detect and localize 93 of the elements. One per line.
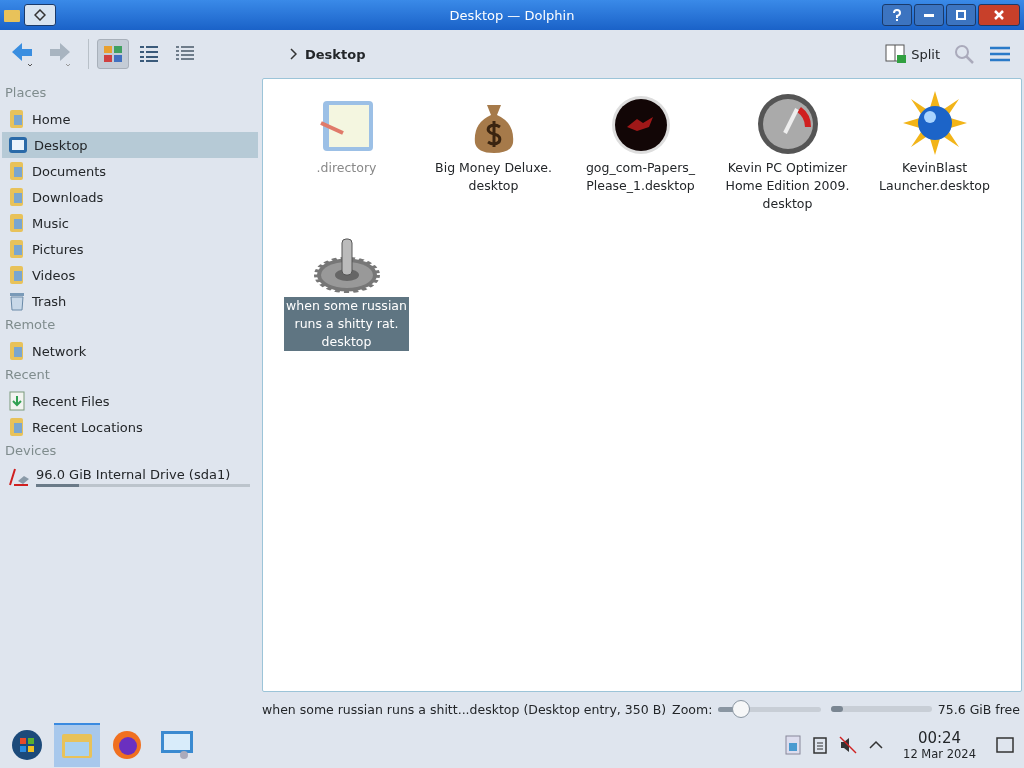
place-label: Documents: [32, 163, 107, 179]
file-name: KevinBlast Launcher.desktop: [878, 159, 991, 195]
file-name: when some russian runs a shitty rat. desktop: [284, 297, 409, 351]
place-label: Network: [32, 343, 87, 359]
breadcrumb[interactable]: Desktop: [305, 46, 366, 62]
trash-icon: [8, 291, 26, 311]
split-view-icon: [885, 44, 908, 64]
desktop-icon: [8, 135, 28, 155]
minimize-button[interactable]: [914, 4, 944, 26]
window-title: Desktop — Dolphin: [449, 7, 575, 23]
chevron-up-icon[interactable]: [869, 740, 884, 750]
folder-icon: [8, 109, 26, 129]
clock-date: 12 Mar 2024: [903, 747, 976, 761]
close-icon: [993, 9, 1005, 21]
place-label: 96.0 GiB Internal Drive (sda1): [36, 467, 232, 482]
minimize-icon: [924, 13, 934, 17]
folder-icon: [8, 265, 26, 285]
folder-icon: [4, 8, 20, 22]
place-item[interactable]: Music: [2, 210, 258, 236]
free-space-text: 75.6 GiB free: [937, 701, 1020, 717]
place-label: Home: [32, 111, 71, 127]
icon-grid-icon: [103, 45, 123, 63]
document-icon: [8, 391, 26, 411]
disc-icon: [610, 95, 671, 155]
list-icon: [139, 45, 159, 63]
place-label: Recent Locations: [32, 419, 143, 435]
place-label: Downloads: [32, 189, 104, 205]
place-item[interactable]: Recent Locations: [2, 414, 258, 440]
show-desktop-icon[interactable]: [996, 737, 1014, 753]
folder-icon: [61, 732, 93, 760]
split-button[interactable]: Split: [881, 42, 944, 66]
maximize-button[interactable]: [946, 4, 976, 26]
file-item[interactable]: KevinBlast Launcher.desktop: [861, 87, 1008, 213]
view-mode-button[interactable]: [97, 39, 129, 69]
folder-icon: [8, 417, 26, 437]
place-item[interactable]: Desktop: [2, 132, 258, 158]
section-heading: Recent: [4, 366, 51, 384]
section-heading: Remote: [4, 316, 57, 334]
section-heading: Places: [4, 84, 48, 102]
muted-speaker-icon: [839, 736, 858, 754]
place-item[interactable]: Home: [2, 106, 258, 132]
help-button[interactable]: [882, 4, 912, 26]
window-menu-button[interactable]: [24, 4, 56, 26]
place-item[interactable]: Recent Files: [2, 388, 258, 414]
drive-icon: [8, 467, 30, 487]
zoom-slider[interactable]: [718, 699, 821, 719]
file-name: .directory: [315, 159, 378, 177]
menu-icon: [990, 46, 1010, 62]
file-item[interactable]: Big Money Deluxe. desktop: [420, 87, 567, 213]
clock-time: 00:24: [917, 729, 962, 747]
search-icon: [954, 44, 974, 64]
maximize-icon: [955, 9, 967, 21]
details-list-icon: [175, 45, 195, 63]
folder-icon: [8, 161, 26, 181]
browser-icon: [111, 729, 143, 761]
folder-icon: [8, 187, 26, 207]
help-icon: [892, 9, 902, 21]
file-item[interactable]: .directory: [273, 87, 420, 213]
zoom-label: Zoom:: [672, 701, 713, 717]
place-label: Trash: [32, 293, 67, 309]
place-label: Desktop: [34, 137, 88, 153]
file-name: Big Money Deluxe. desktop: [434, 159, 553, 195]
place-label: Music: [32, 215, 69, 231]
monitor-icon: [160, 730, 194, 760]
gauge-icon: [756, 93, 819, 155]
diamond-icon: [34, 9, 46, 21]
file-item[interactable]: Kevin PC Optimizer Home Edition 2009. desktop: [714, 87, 861, 213]
folder-icon: [8, 213, 26, 233]
chevron-icon: [289, 48, 297, 60]
file-item[interactable]: gog_com-Papers_ Please_1.desktop: [567, 87, 714, 213]
section-heading: Devices: [4, 442, 58, 460]
place-item[interactable]: Downloads: [2, 184, 258, 210]
file-name: gog_com-Papers_ Please_1.desktop: [584, 159, 697, 195]
slider-thumb[interactable]: [731, 700, 750, 718]
status-text: when some russian runs a shitt...desktop (Desktop entry, 350 B): [262, 701, 667, 717]
place-item[interactable]: Pictures: [2, 236, 258, 262]
folder-icon: [8, 341, 26, 361]
clipboard-icon: [813, 736, 828, 754]
place-label: Videos: [32, 267, 76, 283]
gear-icon: [313, 237, 380, 293]
place-item[interactable]: Network: [2, 338, 258, 364]
folder-icon: [8, 239, 26, 259]
close-button[interactable]: [978, 4, 1020, 26]
file-item[interactable]: when some russian runs a shitty rat. desktop: [273, 225, 420, 351]
place-item[interactable]: Trash: [2, 288, 258, 314]
sun-globe-icon: [902, 91, 967, 155]
place-item[interactable]: Documents: [2, 158, 258, 184]
place-label: Recent Files: [32, 393, 110, 409]
place-label: Pictures: [32, 241, 84, 257]
place-item[interactable]: Videos: [2, 262, 258, 288]
file-name: Kevin PC Optimizer Home Edition 2009. desktop: [724, 159, 851, 213]
document-icon: [785, 735, 802, 755]
place-item[interactable]: 96.0 GiB Internal Drive (sda1): [2, 464, 258, 490]
